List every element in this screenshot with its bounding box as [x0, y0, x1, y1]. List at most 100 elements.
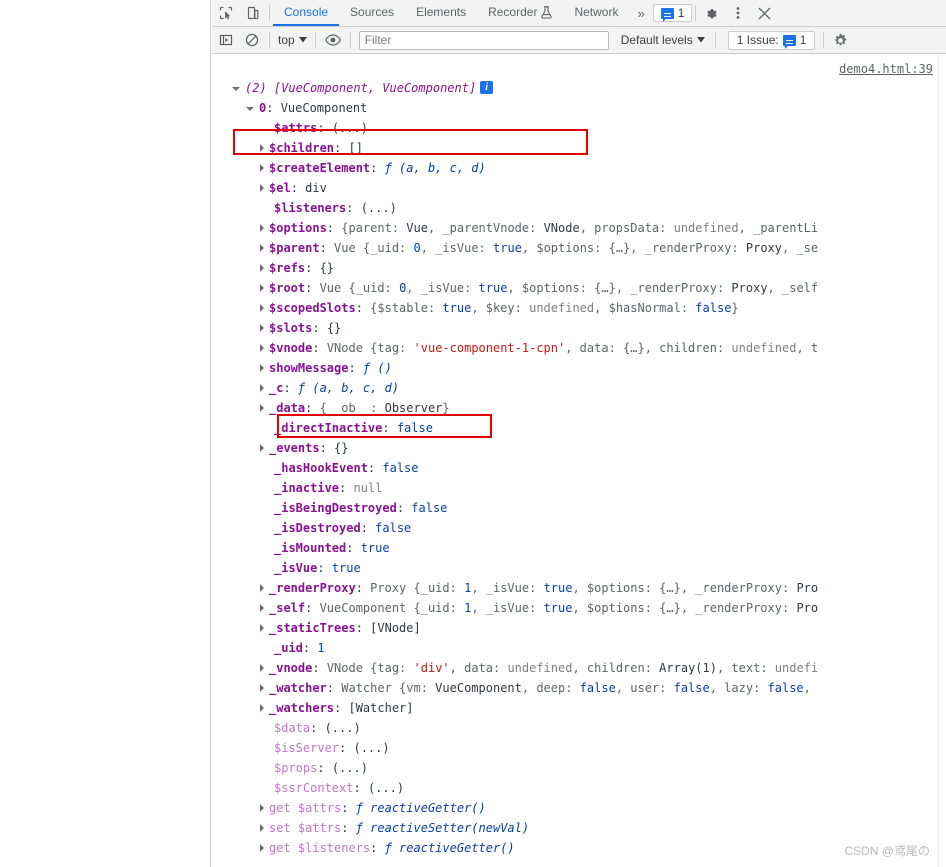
disclosure-triangle-icon[interactable] [260, 583, 264, 592]
execution-context-selector[interactable]: top [274, 33, 311, 47]
console-property-row-_isBeingDestroyed[interactable]: _isBeingDestroyed: false [212, 498, 946, 518]
clear-console-icon[interactable] [239, 27, 265, 53]
disclosure-triangle-icon[interactable] [260, 703, 264, 712]
filter-input[interactable] [358, 30, 609, 50]
disclosure-triangle-icon[interactable] [260, 343, 264, 352]
disclosure-triangle-icon[interactable] [260, 843, 264, 852]
disclosure-triangle-icon[interactable] [260, 223, 264, 232]
console-property-row-get-attrs[interactable]: get $attrs: ƒ reactiveGetter() [212, 798, 946, 818]
console-property-row-slots[interactable]: $slots: {} [212, 318, 946, 338]
tab-elements[interactable]: Elements [405, 0, 477, 26]
row-segment: : [341, 801, 356, 815]
console-property-row-_directInactive[interactable]: _directInactive: false [212, 418, 946, 438]
info-icon[interactable]: i [480, 81, 494, 94]
disclosure-triangle-icon[interactable] [260, 163, 264, 172]
disclosure-triangle-icon[interactable] [260, 383, 264, 392]
disclosure-triangle-icon[interactable] [246, 106, 254, 111]
console-property-row-_events[interactable]: _events: {} [212, 438, 946, 458]
console-property-row-showMessage[interactable]: showMessage: ƒ () [212, 358, 946, 378]
console-settings-gear-icon[interactable] [828, 27, 852, 53]
console-property-row-proto-props[interactable]: $props: (...) [212, 758, 946, 778]
console-property-row-_watchers[interactable]: _watchers: [Watcher] [212, 698, 946, 718]
filterbar-divider-1 [269, 32, 270, 48]
console-property-row-_c[interactable]: _c: ƒ (a, b, c, d) [212, 378, 946, 398]
console-property-row-_hasHookEvent[interactable]: _hasHookEvent: false [212, 458, 946, 478]
console-property-row-_isDestroyed[interactable]: _isDestroyed: false [212, 518, 946, 538]
console-property-row-_isMounted[interactable]: _isMounted: true [212, 538, 946, 558]
console-property-row-parent[interactable]: $parent: Vue {_uid: 0, _isVue: true, $op… [212, 238, 946, 258]
tab-elements-label: Elements [416, 5, 467, 19]
disclosure-triangle-icon[interactable] [260, 443, 264, 452]
console-property-row-options[interactable]: $options: {parent: Vue, _parentVnode: VN… [212, 218, 946, 238]
row-segment: (...) [331, 121, 368, 135]
console-property-row-array-header[interactable]: (2) [VueComponent, VueComponent] i [212, 78, 946, 98]
console-property-row-get-listeners[interactable]: get $listeners: ƒ reactiveGetter() [212, 838, 946, 858]
console-property-row-_isVue[interactable]: _isVue: true [212, 558, 946, 578]
more-tabs-button[interactable]: » [629, 0, 652, 26]
disclosure-triangle-icon[interactable] [260, 683, 264, 692]
console-property-row-vnode-dollar[interactable]: $vnode: VNode {tag: 'vue-component-1-cpn… [212, 338, 946, 358]
console-property-row-_inactive[interactable]: _inactive: null [212, 478, 946, 498]
console-property-row-_uid[interactable]: _uid: 1 [212, 638, 946, 658]
disclosure-triangle-icon[interactable] [260, 403, 264, 412]
row-segment: VNode {tag: [326, 341, 414, 355]
console-property-row-createElement[interactable]: $createElement: ƒ (a, b, c, d) [212, 158, 946, 178]
console-property-row-proto-ssrContext[interactable]: $ssrContext: (...) [212, 778, 946, 798]
disclosure-triangle-icon[interactable] [260, 283, 264, 292]
tabstrip-issues-badge[interactable]: 1 [652, 4, 693, 22]
disclosure-triangle-icon[interactable] [260, 603, 264, 612]
console-property-row-_staticTrees[interactable]: _staticTrees: [VNode] [212, 618, 946, 638]
disclosure-triangle-icon[interactable] [260, 363, 264, 372]
inspect-element-icon[interactable] [212, 0, 239, 26]
show-console-sidebar-icon[interactable] [213, 27, 239, 53]
console-property-row-proto-data[interactable]: $data: (...) [212, 718, 946, 738]
console-property-row-root[interactable]: $root: Vue {_uid: 0, _isVue: true, $opti… [212, 278, 946, 298]
console-issues-badge[interactable]: 1 Issue: 1 [727, 30, 816, 50]
log-levels-selector[interactable]: Default levels [621, 33, 705, 47]
row-segment: $listeners [274, 201, 347, 215]
console-property-row-_self[interactable]: _self: VueComponent {_uid: 1, _isVue: tr… [212, 598, 946, 618]
console-property-row-proto-isServer[interactable]: $isServer: (...) [212, 738, 946, 758]
disclosure-triangle-icon[interactable] [260, 303, 264, 312]
console-property-row-refs[interactable]: $refs: {} [212, 258, 946, 278]
console-property-row-listeners[interactable]: $listeners: (...) [212, 198, 946, 218]
console-property-row-set-attrs[interactable]: set $attrs: ƒ reactiveSetter(newVal) [212, 818, 946, 838]
live-expression-icon[interactable] [320, 27, 346, 53]
console-property-row-el[interactable]: $el: div [212, 178, 946, 198]
device-toolbar-icon[interactable] [239, 0, 266, 26]
disclosure-triangle-icon[interactable] [260, 143, 264, 152]
disclosure-triangle-icon[interactable] [260, 803, 264, 812]
row-segment: set $attrs [269, 821, 342, 835]
disclosure-triangle-icon[interactable] [260, 243, 264, 252]
row-segment: false [375, 521, 412, 535]
console-property-row-_renderProxy[interactable]: _renderProxy: Proxy {_uid: 1, _isVue: tr… [212, 578, 946, 598]
disclosure-triangle-icon[interactable] [260, 663, 264, 672]
tab-network[interactable]: Network [563, 0, 629, 26]
console-property-row-index-0[interactable]: 0: VueComponent [212, 98, 946, 118]
console-property-row-attrs[interactable]: $attrs: (...) [212, 118, 946, 138]
tab-console[interactable]: Console [273, 0, 340, 26]
console-message-area[interactable]: demo4.html:39 (2) [VueComponent, VueComp… [212, 54, 946, 867]
console-scrollbar[interactable] [938, 54, 946, 867]
disclosure-triangle-icon[interactable] [232, 86, 240, 91]
disclosure-triangle-icon[interactable] [260, 623, 264, 632]
console-property-row-_data[interactable]: _data: {__ob__: Observer} [212, 398, 946, 418]
gear-icon[interactable] [699, 0, 725, 26]
source-location-link[interactable]: demo4.html:39 [839, 62, 933, 76]
console-property-row-children[interactable]: $children: [] [212, 138, 946, 158]
console-property-row-scopedSlots[interactable]: $scopedSlots: {$stable: true, $key: unde… [212, 298, 946, 318]
disclosure-triangle-icon[interactable] [260, 323, 264, 332]
console-property-row-_vnode[interactable]: _vnode: VNode {tag: 'div', data: undefin… [212, 658, 946, 678]
disclosure-triangle-icon[interactable] [260, 823, 264, 832]
tab-sources[interactable]: Sources [339, 0, 405, 26]
tab-recorder[interactable]: Recorder [477, 0, 563, 26]
close-icon[interactable] [751, 0, 777, 26]
row-segment: : [305, 401, 320, 415]
console-property-row-_watcher[interactable]: _watcher: Watcher {vm: VueComponent, dee… [212, 678, 946, 698]
kebab-icon[interactable] [725, 0, 751, 26]
row-segment: : [319, 241, 335, 255]
disclosure-triangle-icon[interactable] [260, 263, 264, 272]
disclosure-triangle-icon[interactable] [260, 183, 264, 192]
